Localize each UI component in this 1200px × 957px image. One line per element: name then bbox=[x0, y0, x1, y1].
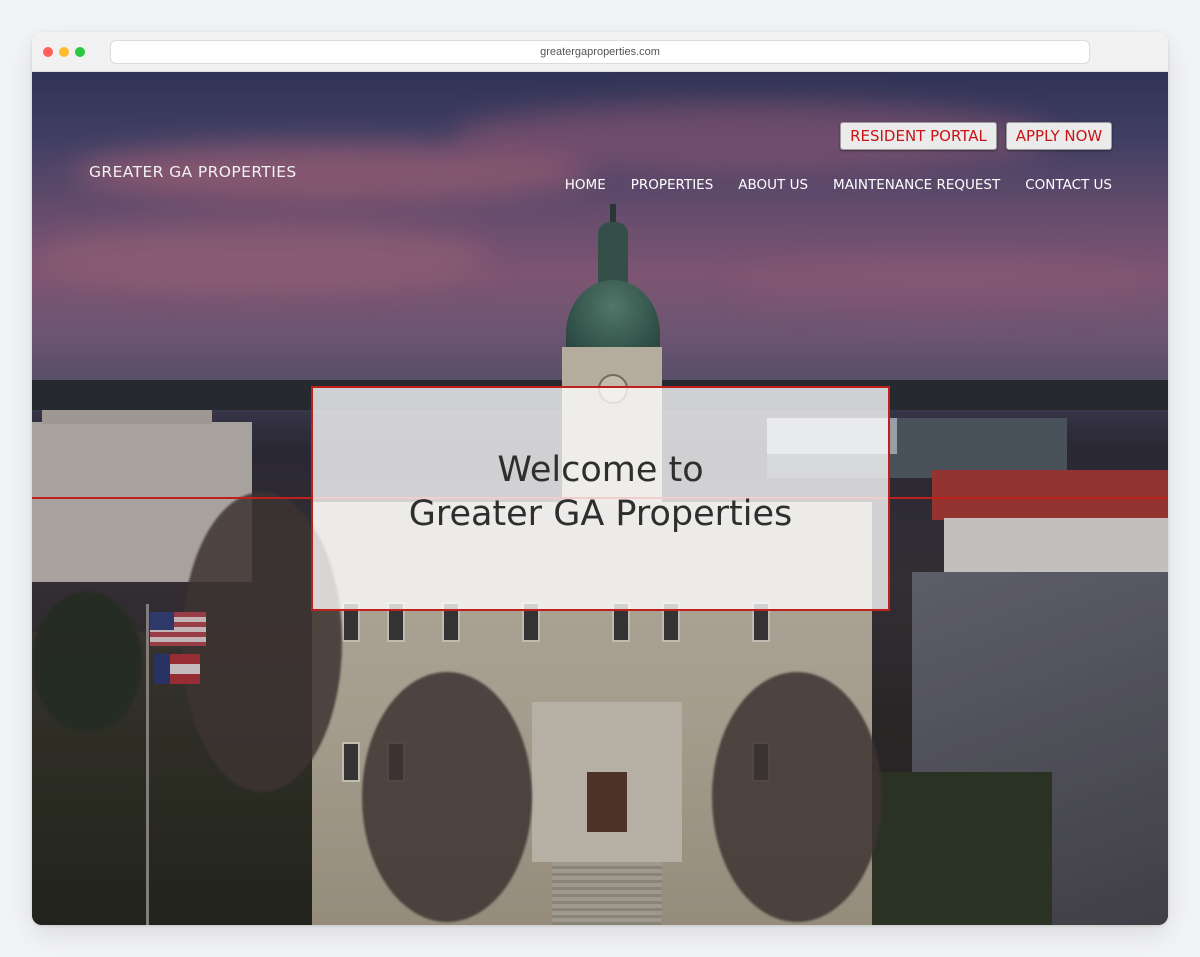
address-bar[interactable]: greatergaproperties.com bbox=[110, 40, 1090, 64]
hero-title-line-2: Greater GA Properties bbox=[408, 493, 793, 534]
hero-title-line-1: Welcome to bbox=[497, 449, 704, 490]
nav-contact-us[interactable]: CONTACT US bbox=[1025, 177, 1112, 193]
close-window-button[interactable] bbox=[43, 47, 53, 57]
browser-window: greatergaproperties.com GREATER GA PROPE… bbox=[32, 32, 1168, 925]
nav-about-us[interactable]: ABOUT US bbox=[738, 177, 808, 193]
browser-toolbar: greatergaproperties.com bbox=[32, 32, 1168, 72]
site-logo[interactable]: GREATER GA PROPERTIES bbox=[89, 163, 297, 181]
resident-portal-button[interactable]: RESIDENT PORTAL bbox=[840, 122, 997, 150]
minimize-window-button[interactable] bbox=[59, 47, 69, 57]
nav-home[interactable]: HOME bbox=[565, 177, 606, 193]
main-nav: HOME PROPERTIES ABOUT US MAINTENANCE REQ… bbox=[565, 177, 1112, 193]
welcome-box: Welcome to Greater GA Properties bbox=[311, 386, 890, 611]
hero-section: GREATER GA PROPERTIES RESIDENT PORTAL AP… bbox=[32, 72, 1168, 925]
nav-properties[interactable]: PROPERTIES bbox=[631, 177, 714, 193]
nav-maintenance-request[interactable]: MAINTENANCE REQUEST bbox=[833, 177, 1000, 193]
apply-now-button[interactable]: APPLY NOW bbox=[1006, 122, 1112, 150]
maximize-window-button[interactable] bbox=[75, 47, 85, 57]
